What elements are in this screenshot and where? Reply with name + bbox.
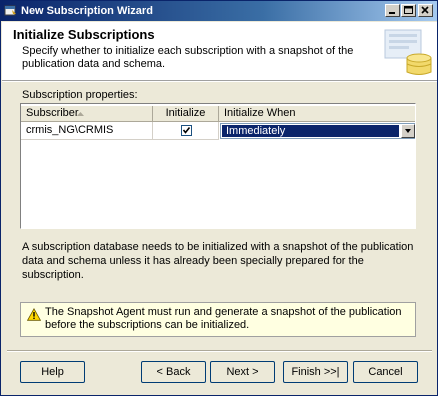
maximize-icon bbox=[404, 6, 413, 14]
dropdown-button[interactable] bbox=[401, 124, 415, 138]
minimize-icon bbox=[389, 12, 395, 14]
wizard-header: Initialize Subscriptions Specify whether… bbox=[2, 22, 437, 81]
finish-button[interactable]: Finish >>| bbox=[283, 361, 348, 383]
initialization-description: A subscription database needs to be init… bbox=[22, 241, 414, 281]
database-graphic-icon bbox=[384, 29, 432, 75]
warning-text: The Snapshot Agent must run and generate… bbox=[45, 306, 402, 331]
initialize-checkbox[interactable] bbox=[181, 125, 192, 136]
warning-icon bbox=[27, 308, 41, 321]
minimize-button[interactable] bbox=[385, 4, 400, 17]
initialize-when-dropdown[interactable]: Immediately bbox=[220, 123, 415, 139]
help-button[interactable]: Help bbox=[20, 361, 85, 383]
warning-panel: The Snapshot Agent must run and generate… bbox=[20, 302, 416, 337]
checkmark-icon bbox=[182, 127, 191, 134]
next-button[interactable]: Next > bbox=[210, 361, 275, 383]
back-button[interactable]: < Back bbox=[141, 361, 206, 383]
close-button[interactable] bbox=[418, 4, 433, 17]
page-title: Initialize Subscriptions bbox=[13, 27, 155, 42]
column-header-initialize[interactable]: Initialize bbox=[153, 106, 219, 122]
column-header-subscriber[interactable]: Subscriber bbox=[21, 106, 153, 122]
subscriber-cell[interactable]: crmis_NG\CRMIS bbox=[21, 122, 153, 140]
wizard-window: New Subscription Wizard Initialize Subsc… bbox=[0, 0, 438, 396]
maximize-button[interactable] bbox=[401, 4, 416, 17]
column-header-label: Initialize bbox=[165, 107, 206, 119]
window-title: New Subscription Wizard bbox=[21, 5, 153, 17]
cancel-button[interactable]: Cancel bbox=[353, 361, 418, 383]
column-header-label: Initialize When bbox=[224, 107, 296, 119]
sort-ascending-icon bbox=[77, 112, 84, 116]
wizard-app-icon bbox=[4, 5, 16, 16]
chevron-down-icon bbox=[405, 129, 411, 133]
page-subtitle: Specify whether to initialize each subsc… bbox=[22, 45, 354, 70]
subscription-grid[interactable]: Subscriber Initialize Initialize When cr… bbox=[20, 103, 416, 229]
header-divider bbox=[2, 81, 437, 82]
column-header-label: Subscriber bbox=[26, 107, 79, 119]
button-separator bbox=[7, 350, 432, 352]
title-bar[interactable]: New Subscription Wizard bbox=[1, 1, 437, 21]
initialize-when-value: Immediately bbox=[222, 125, 399, 137]
close-icon bbox=[421, 6, 429, 14]
subscription-properties-label: Subscription properties: bbox=[22, 89, 138, 101]
column-header-initialize-when[interactable]: Initialize When bbox=[219, 106, 415, 122]
